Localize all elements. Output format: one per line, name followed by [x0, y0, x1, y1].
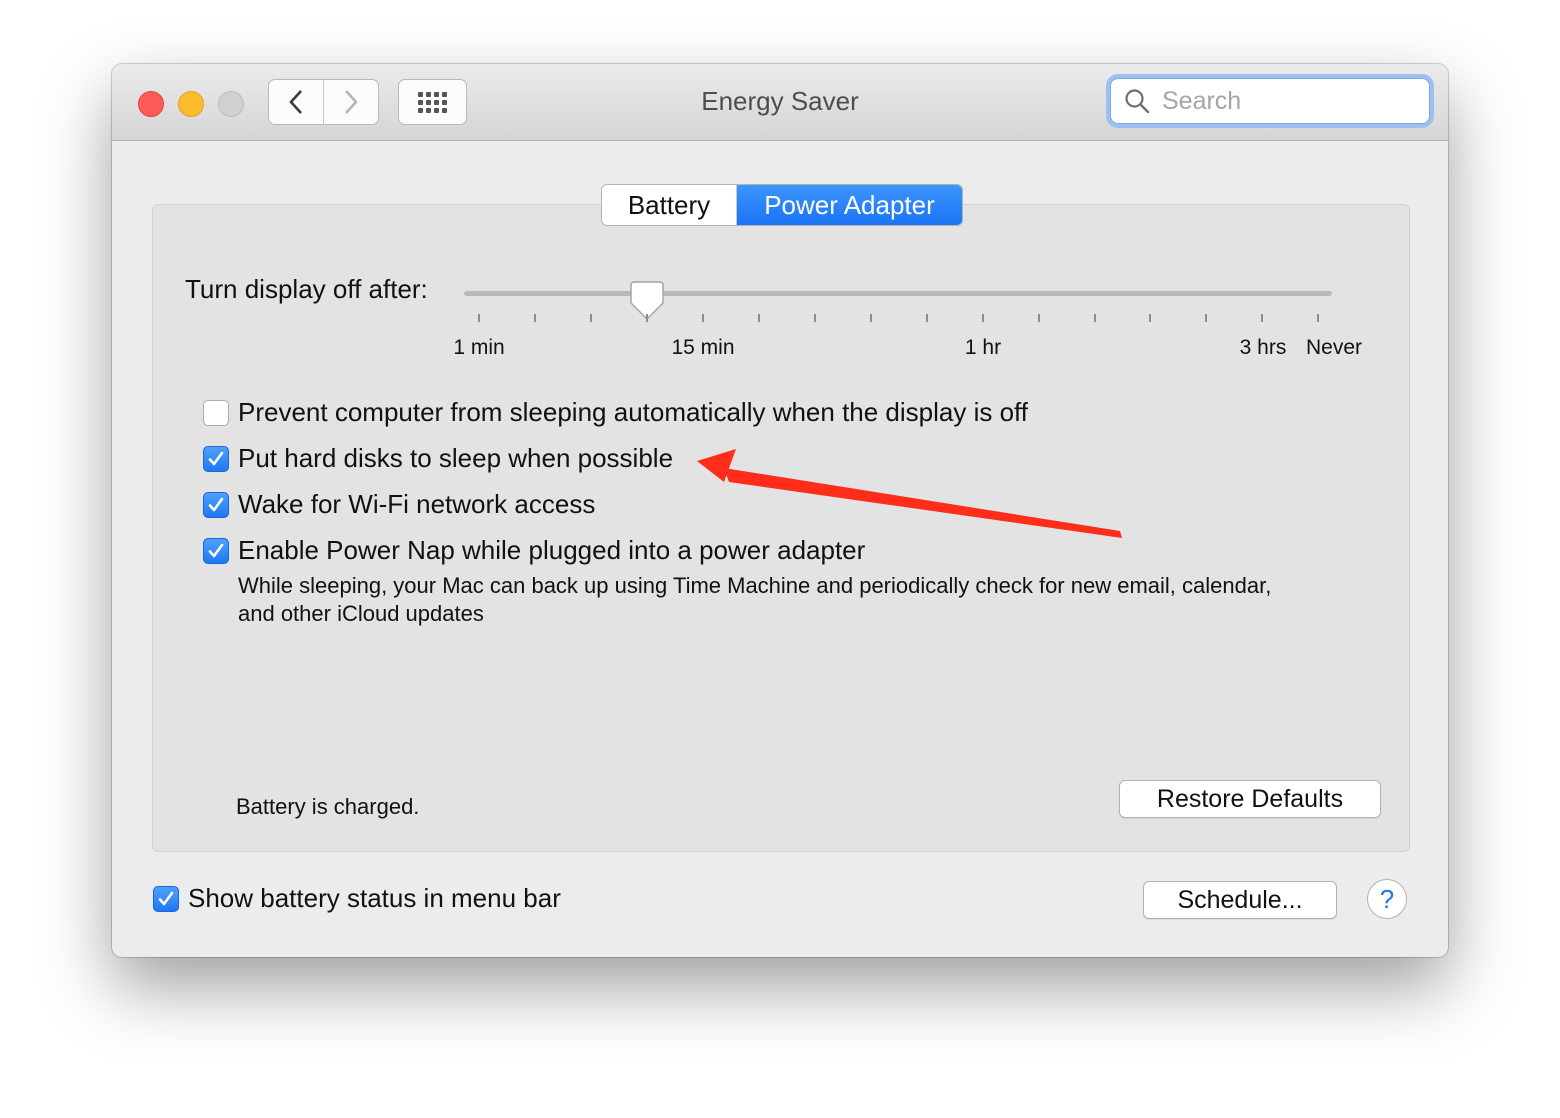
annotation-arrow — [697, 449, 1122, 538]
energy-saver-window: Energy Saver Battery Power Adapter Turn … — [112, 64, 1448, 957]
